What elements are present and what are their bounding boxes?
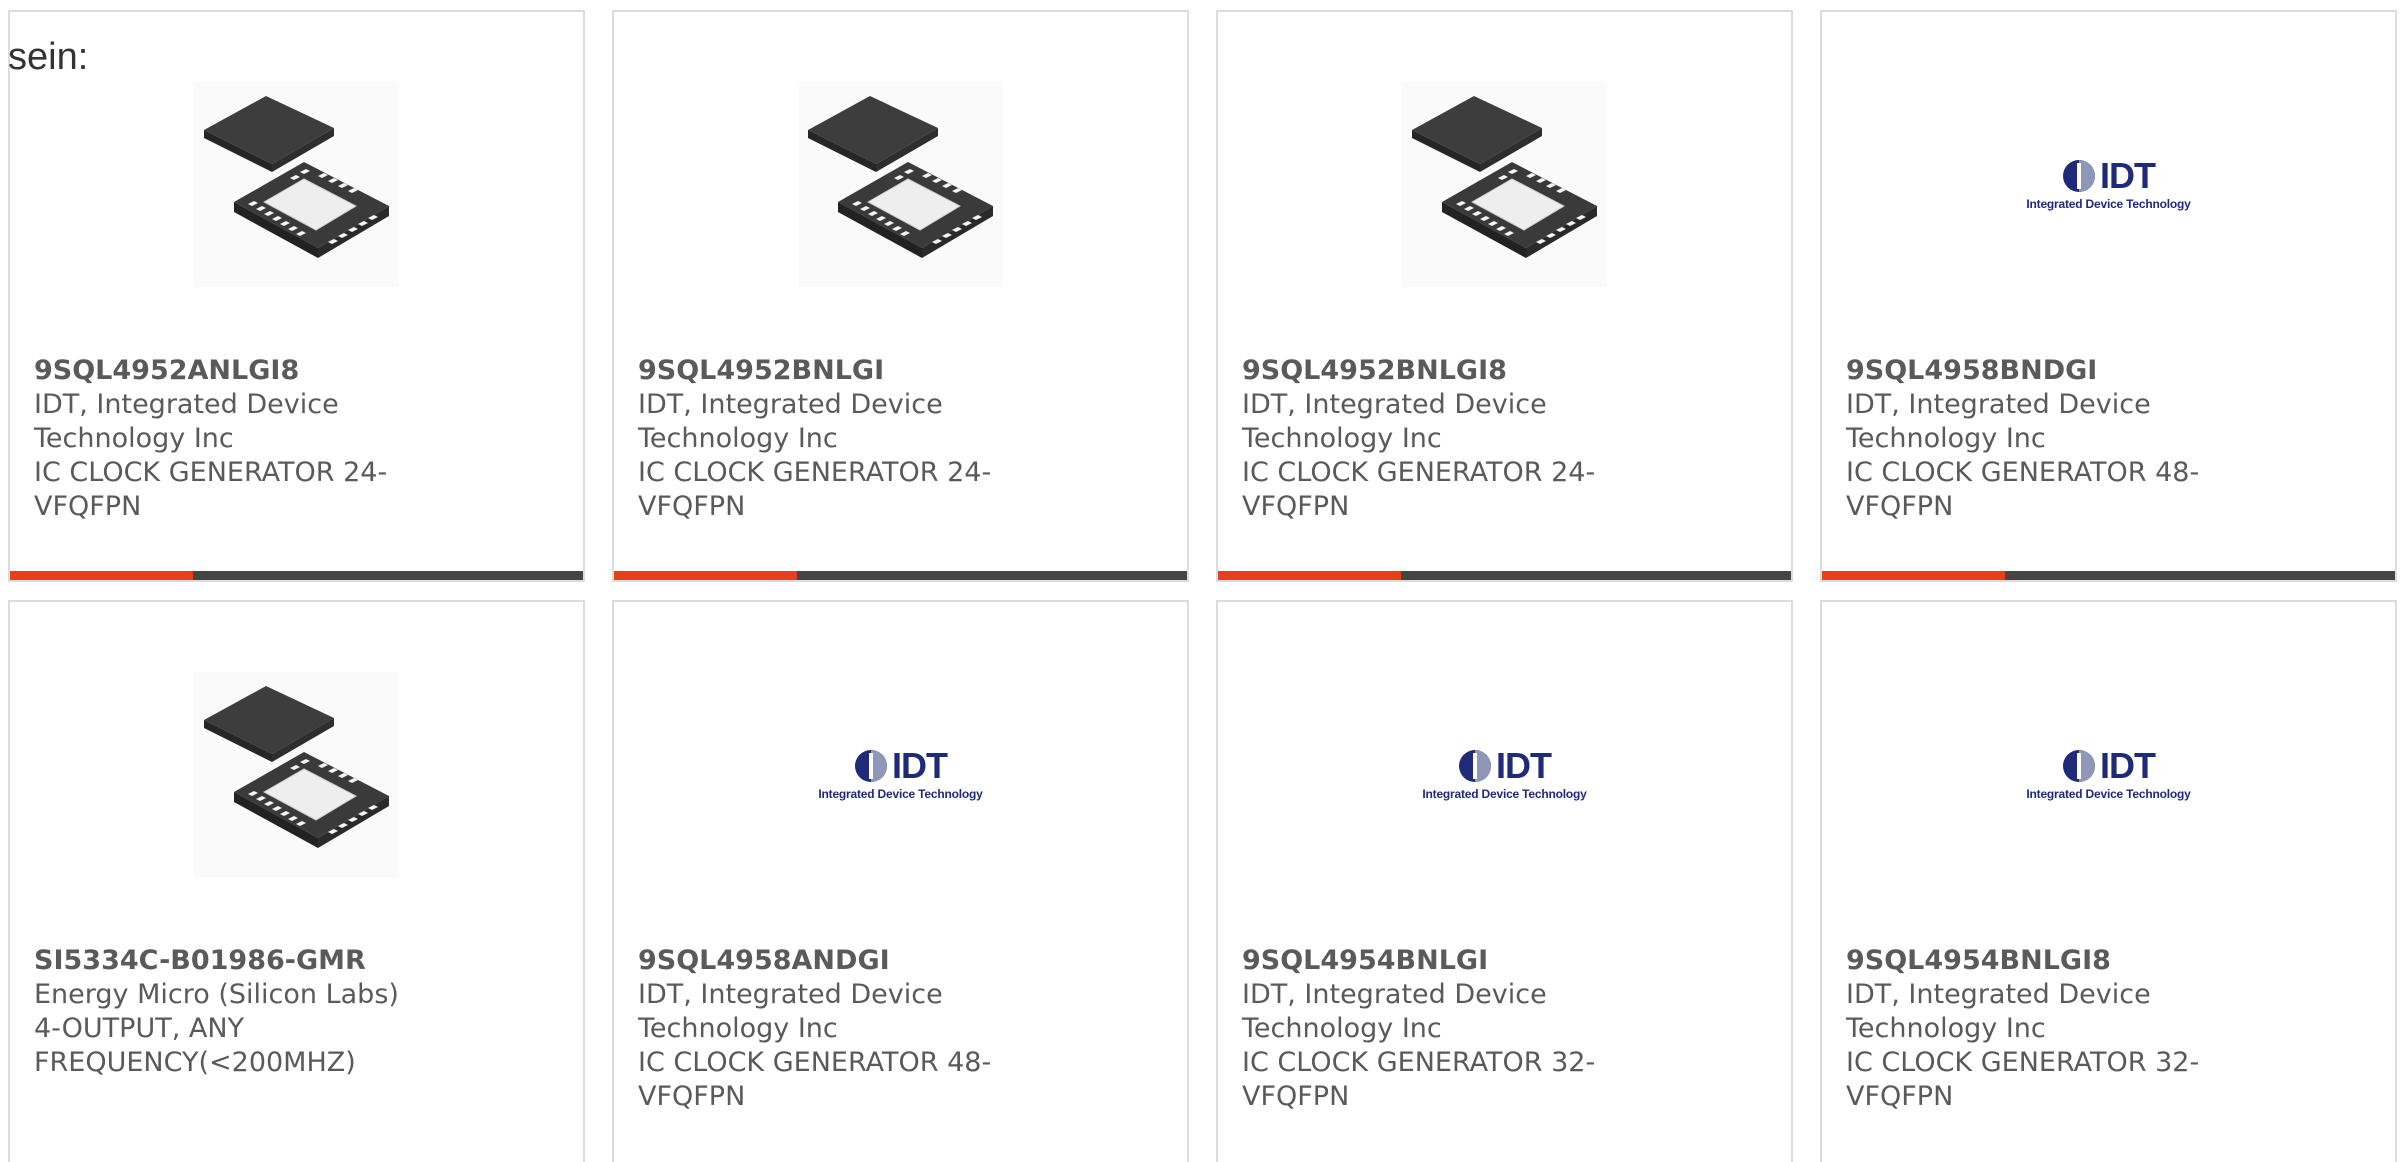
idt-logo-mark-icon (2063, 750, 2095, 782)
chip-package-icon (194, 672, 399, 877)
progress-bar (1822, 571, 2395, 580)
progress-fill (1822, 571, 2006, 580)
description-text: IC CLOCK GENERATOR 24-VFQFPN (34, 457, 388, 522)
manufacturer-text: IDT, Integrated Device Technology Inc (638, 389, 943, 454)
idt-logo: IDT Integrated Device Technology (2004, 745, 2214, 805)
part-number-link[interactable]: 9SQL4958BNDGI (1846, 354, 2266, 388)
idt-logo-tagline: Integrated Device Technology (1422, 787, 1587, 801)
idt-logo: IDT Integrated Device Technology (2004, 155, 2214, 215)
idt-logo-tagline: Integrated Device Technology (2026, 197, 2191, 211)
product-card[interactable]: IDT Integrated Device Technology 9SQL495… (612, 600, 1189, 1162)
product-info: 9SQL4958BNDGI IDT, Integrated Device Tec… (1846, 354, 2266, 524)
progress-fill (10, 571, 194, 580)
idt-logo-wordmark: IDT (2100, 155, 2156, 196)
product-image[interactable] (10, 82, 583, 287)
product-info: 9SQL4952BNLGI IDT, Integrated Device Tec… (638, 354, 1058, 524)
product-card[interactable]: IDT Integrated Device Technology 9SQL495… (1820, 10, 2397, 582)
manufacturer-text: IDT, Integrated Device Technology Inc (1242, 979, 1547, 1044)
progress-fill (614, 571, 798, 580)
product-card[interactable]: 9SQL4952ANLGI8 IDT, Integrated Device Te… (8, 10, 585, 582)
part-number-link[interactable]: 9SQL4952BNLGI (638, 354, 1058, 388)
idt-logo-mark-icon (2063, 160, 2095, 192)
progress-bar (614, 571, 1187, 580)
chip-package-icon (1402, 82, 1607, 287)
manufacturer-text: IDT, Integrated Device Technology Inc (1846, 389, 2151, 454)
product-grid: 9SQL4952ANLGI8 IDT, Integrated Device Te… (8, 10, 2400, 1162)
idt-logo-mark-icon (1459, 750, 1491, 782)
idt-logo-mark-icon (855, 750, 887, 782)
description-text: IC CLOCK GENERATOR 24-VFQFPN (638, 457, 992, 522)
product-image[interactable]: IDT Integrated Device Technology (1218, 672, 1791, 877)
product-info: 9SQL4952ANLGI8 IDT, Integrated Device Te… (34, 354, 454, 524)
idt-logo: IDT Integrated Device Technology (1400, 745, 1610, 805)
product-info: 9SQL4954BNLGI8 IDT, Integrated Device Te… (1846, 944, 2266, 1114)
product-grid-page: sein: 9SQL4952ANLGI8 IDT, Integrated Dev… (0, 0, 2400, 1162)
part-number-link[interactable]: 9SQL4954BNLGI8 (1846, 944, 2266, 978)
product-card[interactable]: 9SQL4952BNLGI8 IDT, Integrated Device Te… (1216, 10, 1793, 582)
description-text: IC CLOCK GENERATOR 24-VFQFPN (1242, 457, 1596, 522)
intro-text: sein: (8, 36, 89, 78)
product-card[interactable]: 9SQL4952BNLGI IDT, Integrated Device Tec… (612, 10, 1189, 582)
manufacturer-text: IDT, Integrated Device Technology Inc (638, 979, 943, 1044)
manufacturer-text: Energy Micro (Silicon Labs) (34, 979, 399, 1010)
description-text: IC CLOCK GENERATOR 32-VFQFPN (1242, 1047, 1596, 1112)
part-number-link[interactable]: 9SQL4952ANLGI8 (34, 354, 454, 388)
manufacturer-text: IDT, Integrated Device Technology Inc (1242, 389, 1547, 454)
idt-logo: IDT Integrated Device Technology (796, 745, 1006, 805)
product-card[interactable]: SI5334C-B01986-GMR Energy Micro (Silicon… (8, 600, 585, 1162)
description-text: IC CLOCK GENERATOR 48-VFQFPN (638, 1047, 992, 1112)
product-card[interactable]: IDT Integrated Device Technology 9SQL495… (1216, 600, 1793, 1162)
product-card[interactable]: IDT Integrated Device Technology 9SQL495… (1820, 600, 2397, 1162)
description-text: 4-OUTPUT, ANY FREQUENCY(<200MHZ) (34, 1013, 356, 1078)
chip-package-icon (194, 82, 399, 287)
product-image[interactable] (10, 672, 583, 877)
part-number-link[interactable]: 9SQL4958ANDGI (638, 944, 1058, 978)
product-info: SI5334C-B01986-GMR Energy Micro (Silicon… (34, 944, 454, 1080)
product-image[interactable]: IDT Integrated Device Technology (1822, 672, 2395, 877)
product-info: 9SQL4952BNLGI8 IDT, Integrated Device Te… (1242, 354, 1662, 524)
idt-logo-wordmark: IDT (892, 745, 948, 786)
progress-fill (1218, 571, 1402, 580)
idt-logo-wordmark: IDT (2100, 745, 2156, 786)
product-info: 9SQL4958ANDGI IDT, Integrated Device Tec… (638, 944, 1058, 1114)
idt-logo-wordmark: IDT (1496, 745, 1552, 786)
description-text: IC CLOCK GENERATOR 48-VFQFPN (1846, 457, 2200, 522)
chip-package-icon (798, 82, 1003, 287)
product-image[interactable] (614, 82, 1187, 287)
description-text: IC CLOCK GENERATOR 32-VFQFPN (1846, 1047, 2200, 1112)
product-image[interactable]: IDT Integrated Device Technology (614, 672, 1187, 877)
product-info: 9SQL4954BNLGI IDT, Integrated Device Tec… (1242, 944, 1662, 1114)
progress-bar (1218, 571, 1791, 580)
progress-bar (10, 571, 583, 580)
part-number-link[interactable]: SI5334C-B01986-GMR (34, 944, 454, 978)
manufacturer-text: IDT, Integrated Device Technology Inc (34, 389, 339, 454)
part-number-link[interactable]: 9SQL4952BNLGI8 (1242, 354, 1662, 388)
idt-logo-tagline: Integrated Device Technology (2026, 787, 2191, 801)
product-image[interactable]: IDT Integrated Device Technology (1822, 82, 2395, 287)
product-image[interactable] (1218, 82, 1791, 287)
manufacturer-text: IDT, Integrated Device Technology Inc (1846, 979, 2151, 1044)
idt-logo-tagline: Integrated Device Technology (818, 787, 983, 801)
part-number-link[interactable]: 9SQL4954BNLGI (1242, 944, 1662, 978)
